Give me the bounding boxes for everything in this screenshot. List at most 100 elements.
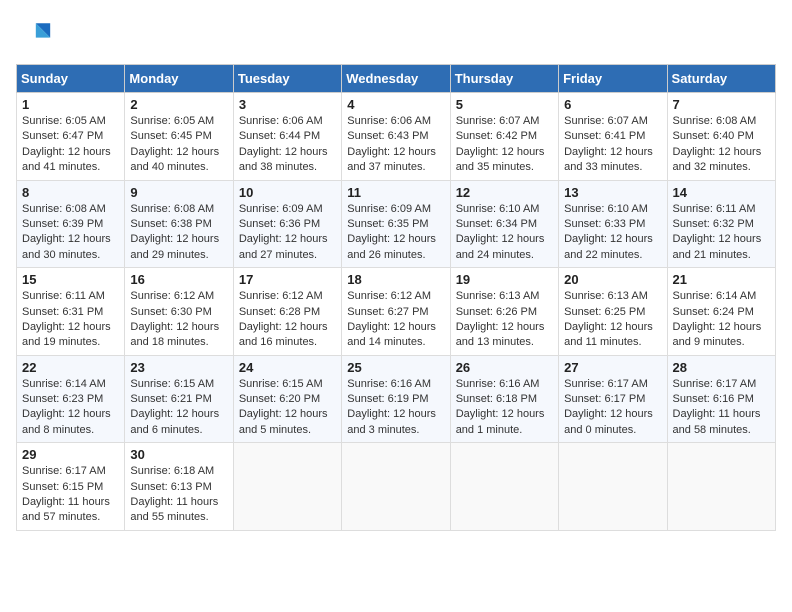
day-number: 10 (239, 185, 336, 200)
day-detail: Sunrise: 6:17 AM Sunset: 6:17 PM Dayligh… (564, 377, 661, 439)
calendar-cell: 20 Sunrise: 6:13 AM Sunset: 6:25 PM Dayl… (559, 268, 667, 356)
calendar-cell: 21 Sunrise: 6:14 AM Sunset: 6:24 PM Dayl… (667, 268, 775, 356)
day-number: 1 (22, 97, 119, 112)
day-number: 9 (130, 185, 227, 200)
calendar-cell: 11 Sunrise: 6:09 AM Sunset: 6:35 PM Dayl… (342, 180, 450, 268)
calendar-cell: 5 Sunrise: 6:07 AM Sunset: 6:42 PM Dayli… (450, 93, 558, 181)
calendar-week-row: 22 Sunrise: 6:14 AM Sunset: 6:23 PM Dayl… (17, 355, 776, 443)
calendar-cell: 9 Sunrise: 6:08 AM Sunset: 6:38 PM Dayli… (125, 180, 233, 268)
calendar-cell: 22 Sunrise: 6:14 AM Sunset: 6:23 PM Dayl… (17, 355, 125, 443)
day-number: 2 (130, 97, 227, 112)
day-detail: Sunrise: 6:06 AM Sunset: 6:43 PM Dayligh… (347, 114, 444, 176)
day-number: 6 (564, 97, 661, 112)
logo (16, 16, 56, 52)
day-number: 3 (239, 97, 336, 112)
day-detail: Sunrise: 6:15 AM Sunset: 6:21 PM Dayligh… (130, 377, 227, 439)
day-detail: Sunrise: 6:17 AM Sunset: 6:15 PM Dayligh… (22, 464, 119, 526)
day-detail: Sunrise: 6:08 AM Sunset: 6:38 PM Dayligh… (130, 202, 227, 264)
day-detail: Sunrise: 6:11 AM Sunset: 6:31 PM Dayligh… (22, 289, 119, 351)
day-number: 14 (673, 185, 770, 200)
calendar-cell: 2 Sunrise: 6:05 AM Sunset: 6:45 PM Dayli… (125, 93, 233, 181)
calendar-cell: 19 Sunrise: 6:13 AM Sunset: 6:26 PM Dayl… (450, 268, 558, 356)
calendar-week-row: 1 Sunrise: 6:05 AM Sunset: 6:47 PM Dayli… (17, 93, 776, 181)
calendar-cell: 8 Sunrise: 6:08 AM Sunset: 6:39 PM Dayli… (17, 180, 125, 268)
day-detail: Sunrise: 6:07 AM Sunset: 6:42 PM Dayligh… (456, 114, 553, 176)
calendar-cell: 16 Sunrise: 6:12 AM Sunset: 6:30 PM Dayl… (125, 268, 233, 356)
day-detail: Sunrise: 6:09 AM Sunset: 6:36 PM Dayligh… (239, 202, 336, 264)
calendar-header-row: SundayMondayTuesdayWednesdayThursdayFrid… (17, 65, 776, 93)
day-detail: Sunrise: 6:05 AM Sunset: 6:47 PM Dayligh… (22, 114, 119, 176)
day-number: 19 (456, 272, 553, 287)
calendar-cell: 30 Sunrise: 6:18 AM Sunset: 6:13 PM Dayl… (125, 443, 233, 531)
calendar-cell: 25 Sunrise: 6:16 AM Sunset: 6:19 PM Dayl… (342, 355, 450, 443)
calendar-cell: 24 Sunrise: 6:15 AM Sunset: 6:20 PM Dayl… (233, 355, 341, 443)
day-header-sunday: Sunday (17, 65, 125, 93)
calendar-cell: 6 Sunrise: 6:07 AM Sunset: 6:41 PM Dayli… (559, 93, 667, 181)
calendar-cell: 13 Sunrise: 6:10 AM Sunset: 6:33 PM Dayl… (559, 180, 667, 268)
calendar-cell: 3 Sunrise: 6:06 AM Sunset: 6:44 PM Dayli… (233, 93, 341, 181)
day-header-friday: Friday (559, 65, 667, 93)
day-number: 23 (130, 360, 227, 375)
day-number: 17 (239, 272, 336, 287)
day-detail: Sunrise: 6:08 AM Sunset: 6:40 PM Dayligh… (673, 114, 770, 176)
day-detail: Sunrise: 6:10 AM Sunset: 6:33 PM Dayligh… (564, 202, 661, 264)
day-number: 21 (673, 272, 770, 287)
day-number: 18 (347, 272, 444, 287)
page-header (16, 16, 776, 52)
calendar-table: SundayMondayTuesdayWednesdayThursdayFrid… (16, 64, 776, 531)
calendar-cell: 15 Sunrise: 6:11 AM Sunset: 6:31 PM Dayl… (17, 268, 125, 356)
calendar-cell (559, 443, 667, 531)
calendar-cell: 12 Sunrise: 6:10 AM Sunset: 6:34 PM Dayl… (450, 180, 558, 268)
day-detail: Sunrise: 6:14 AM Sunset: 6:23 PM Dayligh… (22, 377, 119, 439)
day-number: 28 (673, 360, 770, 375)
day-number: 24 (239, 360, 336, 375)
day-detail: Sunrise: 6:13 AM Sunset: 6:25 PM Dayligh… (564, 289, 661, 351)
calendar-week-row: 29 Sunrise: 6:17 AM Sunset: 6:15 PM Dayl… (17, 443, 776, 531)
day-header-saturday: Saturday (667, 65, 775, 93)
day-number: 11 (347, 185, 444, 200)
calendar-cell (342, 443, 450, 531)
calendar-cell: 27 Sunrise: 6:17 AM Sunset: 6:17 PM Dayl… (559, 355, 667, 443)
calendar-cell: 1 Sunrise: 6:05 AM Sunset: 6:47 PM Dayli… (17, 93, 125, 181)
day-detail: Sunrise: 6:13 AM Sunset: 6:26 PM Dayligh… (456, 289, 553, 351)
calendar-cell (667, 443, 775, 531)
day-header-wednesday: Wednesday (342, 65, 450, 93)
calendar-cell (450, 443, 558, 531)
day-number: 13 (564, 185, 661, 200)
calendar-cell: 4 Sunrise: 6:06 AM Sunset: 6:43 PM Dayli… (342, 93, 450, 181)
day-detail: Sunrise: 6:16 AM Sunset: 6:19 PM Dayligh… (347, 377, 444, 439)
day-number: 15 (22, 272, 119, 287)
logo-icon (16, 16, 52, 52)
day-detail: Sunrise: 6:16 AM Sunset: 6:18 PM Dayligh… (456, 377, 553, 439)
day-number: 30 (130, 447, 227, 462)
calendar-cell: 14 Sunrise: 6:11 AM Sunset: 6:32 PM Dayl… (667, 180, 775, 268)
calendar-cell: 18 Sunrise: 6:12 AM Sunset: 6:27 PM Dayl… (342, 268, 450, 356)
day-detail: Sunrise: 6:11 AM Sunset: 6:32 PM Dayligh… (673, 202, 770, 264)
day-number: 20 (564, 272, 661, 287)
day-number: 22 (22, 360, 119, 375)
day-number: 25 (347, 360, 444, 375)
day-detail: Sunrise: 6:12 AM Sunset: 6:30 PM Dayligh… (130, 289, 227, 351)
calendar-cell: 29 Sunrise: 6:17 AM Sunset: 6:15 PM Dayl… (17, 443, 125, 531)
day-header-tuesday: Tuesday (233, 65, 341, 93)
day-detail: Sunrise: 6:09 AM Sunset: 6:35 PM Dayligh… (347, 202, 444, 264)
calendar-cell: 28 Sunrise: 6:17 AM Sunset: 6:16 PM Dayl… (667, 355, 775, 443)
day-detail: Sunrise: 6:12 AM Sunset: 6:27 PM Dayligh… (347, 289, 444, 351)
day-number: 27 (564, 360, 661, 375)
day-number: 16 (130, 272, 227, 287)
day-detail: Sunrise: 6:15 AM Sunset: 6:20 PM Dayligh… (239, 377, 336, 439)
day-number: 8 (22, 185, 119, 200)
day-detail: Sunrise: 6:14 AM Sunset: 6:24 PM Dayligh… (673, 289, 770, 351)
calendar-cell: 23 Sunrise: 6:15 AM Sunset: 6:21 PM Dayl… (125, 355, 233, 443)
day-detail: Sunrise: 6:12 AM Sunset: 6:28 PM Dayligh… (239, 289, 336, 351)
day-number: 4 (347, 97, 444, 112)
day-number: 12 (456, 185, 553, 200)
day-detail: Sunrise: 6:18 AM Sunset: 6:13 PM Dayligh… (130, 464, 227, 526)
calendar-cell: 26 Sunrise: 6:16 AM Sunset: 6:18 PM Dayl… (450, 355, 558, 443)
day-detail: Sunrise: 6:06 AM Sunset: 6:44 PM Dayligh… (239, 114, 336, 176)
day-detail: Sunrise: 6:10 AM Sunset: 6:34 PM Dayligh… (456, 202, 553, 264)
day-number: 26 (456, 360, 553, 375)
day-number: 29 (22, 447, 119, 462)
calendar-cell: 7 Sunrise: 6:08 AM Sunset: 6:40 PM Dayli… (667, 93, 775, 181)
calendar-cell (233, 443, 341, 531)
